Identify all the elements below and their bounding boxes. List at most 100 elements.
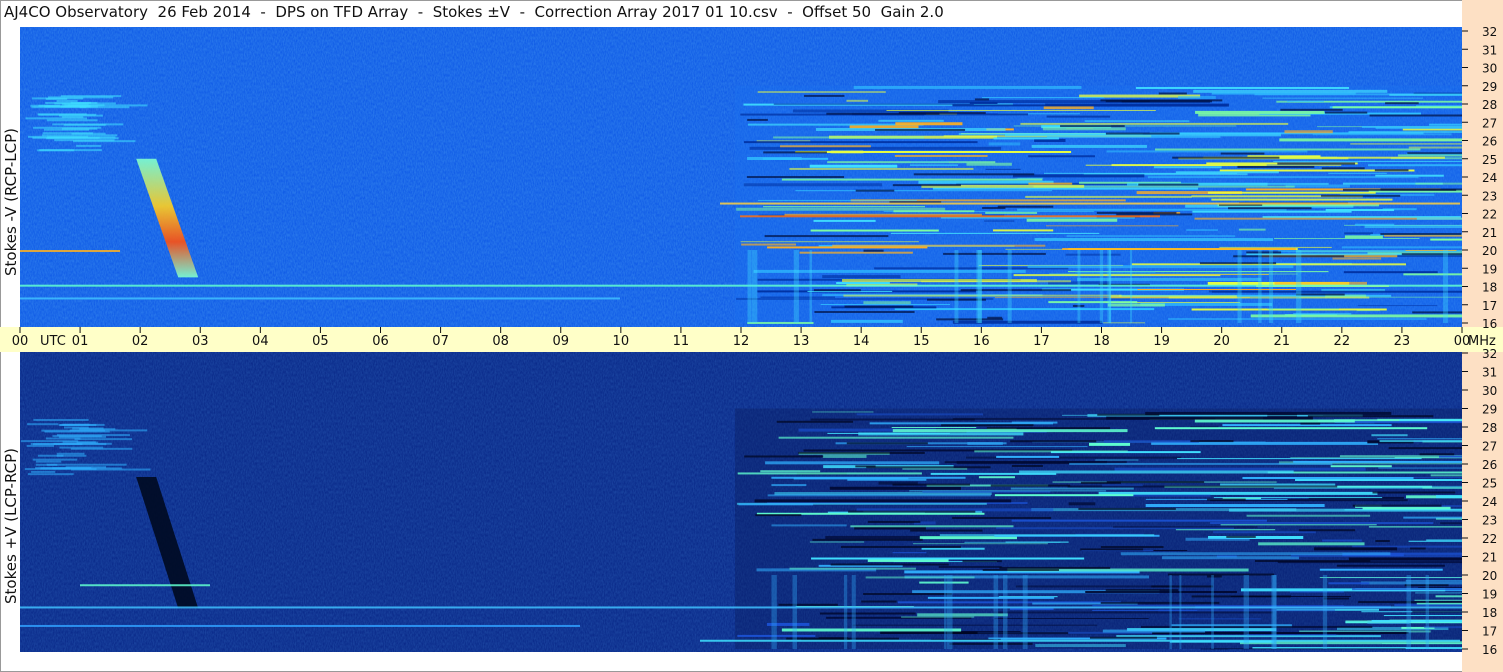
rfi-streak xyxy=(1211,198,1393,201)
time-tick-label: 04 xyxy=(252,334,269,349)
freq-tick-label: 24 xyxy=(1482,495,1497,509)
rfi-streak xyxy=(44,430,110,433)
freq-tick-label: 20 xyxy=(1482,569,1497,583)
rfi-streak xyxy=(59,423,105,426)
rfi-streak xyxy=(810,418,975,421)
rfi-streak xyxy=(46,119,98,122)
rfi-streak xyxy=(1213,497,1383,499)
rfi-streak xyxy=(809,164,898,168)
rfi-streak xyxy=(1289,591,1344,593)
rfi-streak xyxy=(894,308,1155,311)
rfi-streak xyxy=(67,104,148,107)
signal-gap xyxy=(846,442,928,445)
rfi-streak xyxy=(779,145,871,148)
rfi-streak xyxy=(811,557,1085,560)
rfi-streak xyxy=(1274,237,1420,239)
signal-gap xyxy=(1298,529,1356,532)
rfi-streak xyxy=(31,470,56,473)
rfi-streak xyxy=(1330,465,1392,468)
vertical-interference xyxy=(793,250,799,323)
signal-gap xyxy=(1151,585,1214,588)
signal-gap xyxy=(855,189,895,192)
rfi-streak xyxy=(1015,585,1170,588)
signal-gap xyxy=(910,529,983,532)
rfi-streak xyxy=(909,490,1107,492)
rfi-streak xyxy=(1089,442,1131,446)
rfi-streak xyxy=(1028,182,1073,185)
signal-gap xyxy=(848,510,976,513)
rfi-streak xyxy=(1220,524,1377,526)
vertical-interference xyxy=(1237,250,1242,323)
rfi-streak xyxy=(919,581,969,584)
rfi-streak xyxy=(996,455,1060,458)
rfi-streak xyxy=(938,565,1002,568)
vertical-interference xyxy=(1022,575,1028,649)
freq-tick-label: 18 xyxy=(1482,281,1497,295)
time-tick-label: 07 xyxy=(432,334,449,349)
rfi-streak xyxy=(1312,133,1452,136)
rfi-streak xyxy=(1106,150,1308,153)
signal-gap xyxy=(1307,415,1434,418)
signal-gap xyxy=(999,566,1111,569)
rfi-line xyxy=(20,284,1462,287)
rfi-streak xyxy=(1145,411,1392,415)
rfi-streak xyxy=(1066,235,1236,238)
time-tick-label: 02 xyxy=(132,334,149,349)
rfi-line xyxy=(720,202,1460,205)
signal-gap xyxy=(990,484,1071,487)
rfi-streak xyxy=(856,630,892,632)
signal-gap xyxy=(867,520,921,523)
rfi-streak xyxy=(1328,582,1370,585)
rfi-streak xyxy=(1193,89,1388,93)
rfi-streak xyxy=(58,114,103,117)
rfi-streak xyxy=(59,446,104,449)
rfi-streak xyxy=(799,251,913,254)
rfi-streak xyxy=(771,484,807,487)
rfi-streak xyxy=(56,452,85,455)
rfi-streak xyxy=(738,503,814,506)
rfi-streak xyxy=(754,499,1012,503)
rfi-streak xyxy=(1328,172,1387,174)
rfi-streak xyxy=(46,463,127,466)
rfi-streak xyxy=(1019,470,1294,474)
signal-gap xyxy=(1321,194,1401,197)
signal-gap xyxy=(1011,464,1043,467)
rfi-streak xyxy=(1020,122,1289,125)
rfi-streak xyxy=(778,436,1014,439)
vertical-interference xyxy=(1271,575,1277,649)
rfi-streak xyxy=(781,178,1043,181)
vertical-interference xyxy=(747,250,752,323)
rfi-streak xyxy=(44,128,90,131)
rfi-streak xyxy=(1048,301,1138,304)
rfi-streak xyxy=(1067,485,1338,488)
rfi-streak xyxy=(71,132,106,135)
signal-gap xyxy=(863,593,952,596)
freq-tick-label: 20 xyxy=(1482,244,1497,258)
freq-tick-label: 28 xyxy=(1482,421,1497,435)
rfi-streak xyxy=(27,473,74,476)
rfi-streak xyxy=(1220,483,1336,486)
signal-gap xyxy=(818,637,849,640)
rfi-streak xyxy=(1336,564,1445,567)
rfi-streak xyxy=(1267,471,1462,474)
rfi-streak xyxy=(1207,191,1376,194)
rfi-streak xyxy=(1065,253,1121,256)
rfi-streak xyxy=(921,547,985,550)
time-tick-label: 16 xyxy=(973,334,990,349)
rfi-streak xyxy=(47,136,116,139)
rfi-streak xyxy=(1034,138,1066,142)
vertical-interference xyxy=(977,250,982,323)
freq-tick-label: 32 xyxy=(1482,347,1497,361)
signal-gap xyxy=(861,600,897,603)
rfi-streak xyxy=(1140,625,1373,628)
signal-gap xyxy=(982,568,1059,571)
rfi-streak xyxy=(1154,427,1428,430)
vertical-interference xyxy=(946,575,953,649)
rfi-streak xyxy=(1213,531,1316,534)
time-tick-label: 21 xyxy=(1273,334,1290,349)
vertical-interference xyxy=(1130,250,1133,323)
vertical-interference xyxy=(771,575,777,649)
freq-tick-label: 19 xyxy=(1482,588,1497,602)
freq-tick-label: 27 xyxy=(1482,116,1497,130)
rfi-streak xyxy=(33,126,102,129)
